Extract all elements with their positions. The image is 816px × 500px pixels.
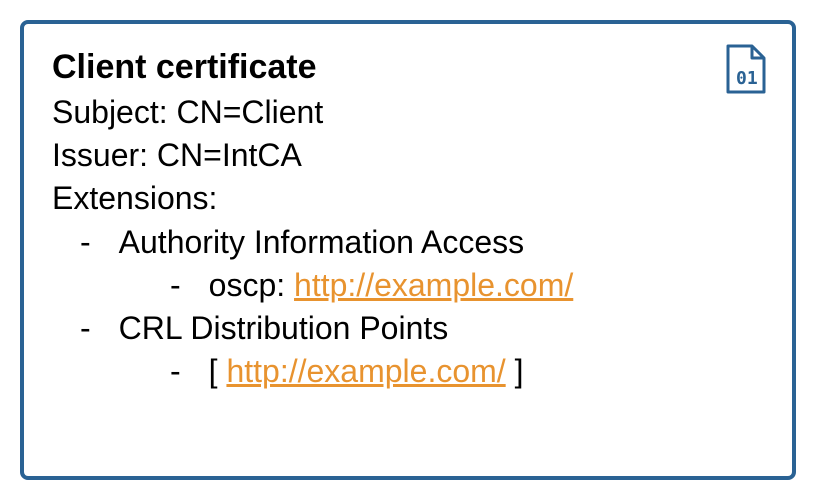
svg-text:01: 01 (736, 68, 758, 89)
ext-crl-sublist: [ http://example.com/ ] (162, 350, 764, 393)
bracket-open: [ (209, 353, 227, 389)
subject-field: Subject: CN=Client (52, 91, 764, 134)
subject-label: Subject: (52, 94, 177, 130)
ext-crl: CRL Distribution Points (72, 307, 764, 350)
ext-crl-item: [ http://example.com/ ] (162, 350, 764, 393)
ext-aia-oscp-label: oscp: (209, 267, 294, 303)
binary-file-icon: 01 (722, 44, 768, 101)
certificate-title: Client certificate (52, 48, 764, 87)
issuer-field: Issuer: CN=IntCA (52, 134, 764, 177)
ext-aia-sublist: oscp: http://example.com/ (162, 264, 764, 307)
ext-aia-oscp-link[interactable]: http://example.com/ (294, 267, 573, 303)
subject-value: CN=Client (177, 94, 324, 130)
bracket-close: ] (506, 353, 524, 389)
ext-aia-oscp: oscp: http://example.com/ (162, 264, 764, 307)
issuer-value: CN=IntCA (157, 137, 302, 173)
ext-aia: Authority Information Access (72, 221, 764, 264)
extensions-label: Extensions: (52, 177, 764, 220)
ext-crl-link[interactable]: http://example.com/ (226, 353, 505, 389)
extensions-list: Authority Information Access (72, 221, 764, 264)
extensions-list-2: CRL Distribution Points (72, 307, 764, 350)
certificate-box: 01 Client certificate Subject: CN=Client… (20, 20, 796, 480)
issuer-label: Issuer: (52, 137, 157, 173)
